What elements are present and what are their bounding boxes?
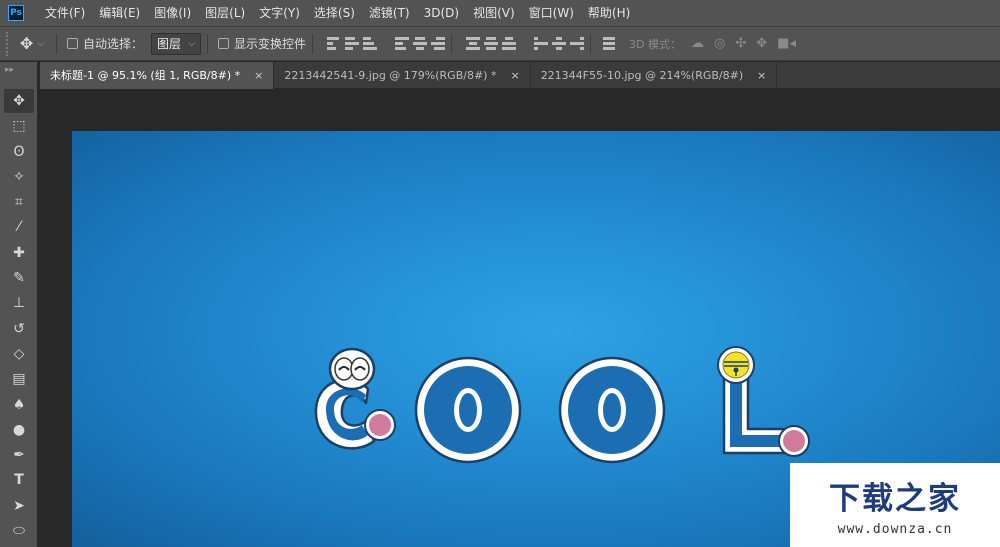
brush-icon[interactable]: ✎ [4, 266, 34, 290]
3d-orbit-icon[interactable]: ☁ [691, 36, 704, 51]
eyedropper-icon[interactable]: ⁄ [4, 215, 34, 239]
options-grip[interactable] [6, 31, 14, 56]
shape-icon[interactable]: ⬭ [4, 519, 34, 543]
3d-mode-buttons: ☁ ◎ ✣ ✥ ■◂ [691, 36, 796, 51]
align-bottom-icon[interactable] [363, 37, 378, 51]
auto-select-label: 自动选择： [83, 37, 144, 51]
align-right-icon[interactable] [431, 37, 446, 51]
menu-image[interactable]: 图像(I) [147, 0, 198, 26]
dodge-icon[interactable]: ● [4, 418, 34, 442]
eraser-icon[interactable]: ◇ [4, 342, 34, 366]
distribute-horizontal-center-icon[interactable] [552, 37, 567, 51]
auto-select-target-value: 图层 [157, 37, 182, 51]
menu-layer[interactable]: 图层(L) [198, 0, 252, 26]
align-left-icon[interactable] [395, 37, 410, 51]
menu-view[interactable]: 视图(V) [466, 0, 522, 26]
divider [451, 33, 453, 54]
letter-o-1 [414, 356, 522, 464]
close-icon[interactable]: × [757, 62, 766, 89]
align-horizontal-center-icon[interactable] [413, 37, 428, 51]
marquee-icon[interactable]: ⬚ [4, 114, 34, 138]
align-buttons [327, 37, 446, 51]
auto-select-option[interactable]: 自动选择： [67, 35, 143, 52]
menu-help[interactable]: 帮助(H) [581, 0, 637, 26]
show-transform-label: 显示变换控件 [234, 37, 307, 51]
3d-mode-label: 3D 模式： [629, 37, 681, 51]
letter-c [314, 347, 396, 450]
divider [312, 33, 314, 54]
3d-pan-icon[interactable]: ✣ [735, 36, 746, 51]
options-bar: ✥ ⌵ 自动选择： 图层 ⌵ 显示变换控件 3D 模式： ☁ ◎ ✣ ✥ ■◂ [0, 26, 1000, 61]
menu-select[interactable]: 选择(S) [307, 0, 362, 26]
3d-roll-icon[interactable]: ◎ [714, 36, 725, 51]
distribute-top-icon[interactable] [466, 37, 481, 51]
close-icon[interactable]: × [254, 62, 263, 89]
watermark-title: 下载之家 [829, 481, 961, 517]
menu-file[interactable]: 文件(F) [38, 0, 92, 26]
menu-bar: Ps 文件(F) 编辑(E) 图像(I) 图层(L) 文字(Y) 选择(S) 滤… [0, 0, 1000, 26]
align-vertical-center-icon[interactable] [345, 37, 360, 51]
distribute-buttons [466, 37, 585, 51]
collapse-toolbox-icon[interactable]: ▸▸ [0, 62, 37, 88]
menu-edit[interactable]: 编辑(E) [92, 0, 147, 26]
move-icon: ✥ [19, 34, 34, 53]
distribute-right-icon[interactable] [570, 37, 585, 51]
type-icon[interactable]: T [4, 468, 34, 492]
move-tool-preset[interactable]: ✥ ⌵ [14, 34, 50, 53]
document-tabs: 未标题-1 @ 95.1% (组 1, RGB/8#) * × 22134425… [40, 62, 1000, 89]
3d-scale-icon[interactable]: ■◂ [777, 36, 796, 51]
chevron-down-icon: ⌵ [37, 38, 45, 49]
clone-stamp-icon[interactable]: ⊥ [4, 291, 34, 315]
pen-icon[interactable]: ✒ [4, 443, 34, 467]
lasso-icon[interactable]: ʘ [4, 140, 34, 164]
menu-3d[interactable]: 3D(D) [417, 0, 466, 26]
chevron-down-icon: ⌵ [188, 38, 196, 49]
distribute-vertical-center-icon[interactable] [484, 37, 499, 51]
photoshop-logo: Ps [8, 5, 24, 21]
3d-slide-icon[interactable]: ✥ [756, 36, 767, 51]
healing-brush-icon[interactable]: ✚ [4, 241, 34, 265]
divider [56, 33, 57, 54]
auto-select-checkbox[interactable] [67, 38, 78, 49]
tab-document-3[interactable]: 221344F55-10.jpg @ 214%(RGB/8#) × [531, 62, 778, 89]
move-icon[interactable]: ✥ [4, 89, 34, 113]
distribute-left-icon[interactable] [534, 37, 549, 51]
tab-title: 未标题-1 @ 95.1% (组 1, RGB/8#) * [50, 69, 241, 82]
tab-title: 221344F55-10.jpg @ 214%(RGB/8#) [540, 69, 744, 82]
path-selection-icon[interactable]: ➤ [4, 494, 34, 518]
menu-filter[interactable]: 滤镜(T) [362, 0, 417, 26]
auto-select-target-dropdown[interactable]: 图层 ⌵ [151, 32, 202, 55]
align-top-icon[interactable] [327, 37, 341, 51]
show-transform-option[interactable]: 显示变换控件 [218, 35, 306, 52]
cool-artwork [314, 346, 810, 464]
menu-window[interactable]: 窗口(W) [522, 0, 581, 26]
divider [590, 33, 592, 54]
letter-l [717, 346, 810, 457]
close-icon[interactable]: × [510, 62, 519, 89]
divider [207, 33, 209, 54]
letter-o-2 [558, 356, 666, 464]
tab-document-2[interactable]: 2213442541-9.jpg @ 179%(RGB/8#) * × [274, 62, 531, 89]
toolbox: ▸▸ ✥ ⬚ ʘ ✧ ⌗ ⁄ ✚ ✎ ⊥ ↺ ◇ ▤ ♠ ● ✒ T ➤ ⬭ [0, 62, 38, 547]
tab-title: 2213442541-9.jpg @ 179%(RGB/8#) * [284, 69, 497, 82]
crop-icon[interactable]: ⌗ [4, 190, 34, 214]
tab-document-1[interactable]: 未标题-1 @ 95.1% (组 1, RGB/8#) * × [40, 62, 275, 89]
auto-align-layers-icon[interactable] [603, 37, 617, 51]
magic-wand-icon[interactable]: ✧ [4, 165, 34, 189]
menu-type[interactable]: 文字(Y) [252, 0, 307, 26]
show-transform-checkbox[interactable] [218, 38, 230, 49]
gradient-icon[interactable]: ▤ [4, 367, 34, 391]
blur-icon[interactable]: ♠ [4, 393, 34, 417]
watermark-url: www.downza.cn [837, 522, 953, 537]
distribute-bottom-icon[interactable] [502, 37, 517, 51]
watermark: 下载之家 www.downza.cn [790, 463, 1000, 547]
history-brush-icon[interactable]: ↺ [4, 317, 34, 341]
